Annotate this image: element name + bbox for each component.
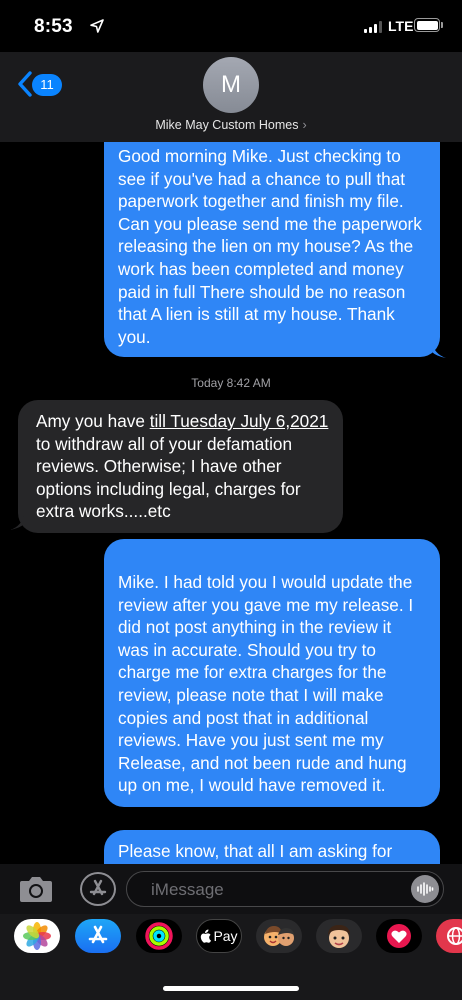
status-bar: 8:53 LTE: [0, 0, 462, 52]
memoji-icon: [264, 926, 294, 946]
message-timestamp: Today 8:42 AM: [0, 376, 462, 390]
outgoing-message-bubble[interactable]: Please know, that all I am asking for: [104, 830, 440, 864]
audio-message-button[interactable]: [411, 875, 439, 903]
unread-count-badge[interactable]: 11: [32, 74, 62, 96]
signal-strength-icon: [364, 21, 382, 33]
apple-pay-icon: [201, 929, 212, 943]
bubble-tail: [432, 342, 446, 358]
images-search-app-button[interactable]: [436, 919, 462, 953]
contact-avatar[interactable]: M: [203, 57, 259, 113]
app-store-app-button[interactable]: [75, 919, 121, 953]
photos-icon: [23, 922, 51, 950]
timestamp-time: 8:42 AM: [226, 376, 271, 390]
timestamp-day: Today: [191, 376, 224, 390]
waveform-icon: [417, 882, 434, 896]
incoming-message-bubble[interactable]: Amy you have till Tuesday July 6,2021 to…: [18, 400, 343, 533]
outgoing-message-bubble[interactable]: Mike. I had told you I would update the …: [104, 539, 440, 807]
message-text: Good morning Mike. Just checking to see …: [118, 146, 422, 347]
apple-pay-app-button[interactable]: Pay: [196, 919, 242, 953]
activity-icon: [145, 922, 173, 950]
message-input[interactable]: iMessage: [126, 871, 444, 907]
date-link[interactable]: till Tuesday July 6,2021: [150, 411, 329, 431]
message-input-placeholder: iMessage: [151, 880, 224, 899]
location-arrow-icon: [90, 19, 104, 33]
apple-pay-label: Pay: [213, 928, 238, 944]
message-text: Please know, that all I am asking for: [118, 841, 393, 861]
images-search-icon: [447, 927, 462, 945]
message-text-after: to withdraw all of your defamation revie…: [36, 433, 301, 522]
app-store-icon: [89, 879, 107, 896]
contact-name: Mike May Custom Homes: [155, 118, 299, 132]
memoji-stickers-app-button[interactable]: [256, 919, 302, 953]
bubble-tail: [10, 514, 24, 530]
compose-bar: iMessage: [0, 864, 462, 914]
digital-touch-app-button[interactable]: [376, 919, 422, 953]
outgoing-message-bubble[interactable]: Good morning Mike. Just checking to see …: [104, 142, 440, 358]
app-store-icon: [88, 925, 108, 944]
message-text: Mike. I had told you I would update the …: [118, 572, 414, 796]
chevron-right-icon: ›: [302, 118, 307, 132]
animoji-icon: [328, 925, 350, 948]
avatar-initial: M: [221, 71, 241, 98]
network-type: LTE: [388, 18, 414, 34]
home-indicator[interactable]: [163, 986, 299, 991]
activity-app-button[interactable]: [136, 919, 182, 953]
animoji-app-button[interactable]: [316, 919, 362, 953]
photos-app-button[interactable]: [14, 919, 60, 953]
message-text-before: Amy you have: [36, 411, 150, 431]
app-drawer: Pay: [0, 914, 462, 1000]
battery-nub: [441, 22, 443, 28]
conversation-header: 11 M Mike May Custom Homes ›: [0, 52, 462, 142]
status-time: 8:53: [34, 16, 73, 37]
app-store-button[interactable]: [80, 872, 116, 906]
camera-icon[interactable]: [18, 873, 54, 905]
contact-name-button[interactable]: Mike May Custom Homes ›: [0, 118, 462, 132]
message-thread[interactable]: Good morning Mike. Just checking to see …: [0, 142, 462, 864]
battery-icon: [414, 18, 440, 32]
digital-touch-icon: [387, 924, 411, 948]
